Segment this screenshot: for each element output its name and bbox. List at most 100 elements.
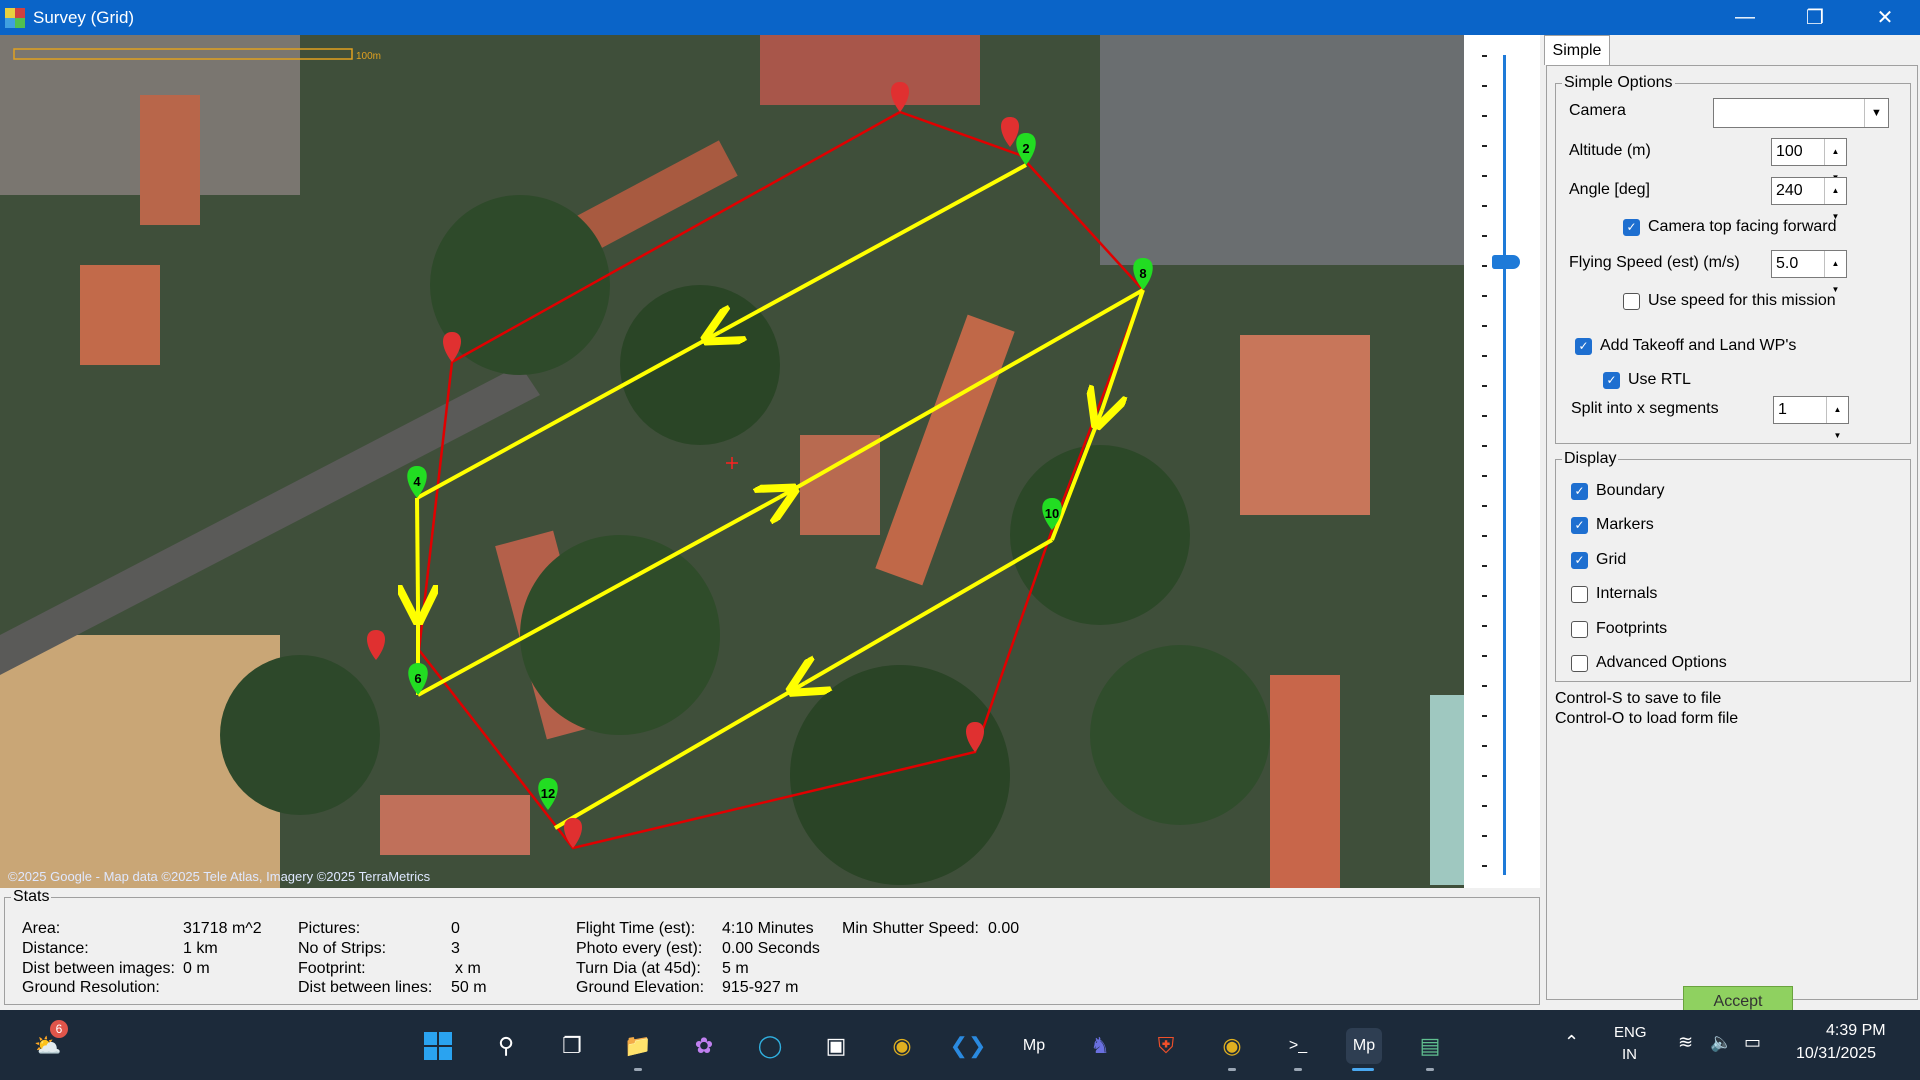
- wp-label-12: 12: [541, 786, 555, 801]
- zoom-tick: [1482, 115, 1487, 117]
- turn-dia-label: Turn Dia (at 45d):: [576, 960, 701, 977]
- checkmark-icon[interactable]: ✓: [1603, 371, 1620, 389]
- internals-label: Internals: [1596, 585, 1658, 602]
- spin-up-icon[interactable]: ▲: [1825, 139, 1846, 165]
- search-icon[interactable]: ⚲: [488, 1028, 524, 1064]
- window-title: Survey (Grid): [33, 7, 135, 27]
- checkmark-icon[interactable]: ✓: [1623, 218, 1640, 236]
- zoom-tick: [1482, 805, 1487, 807]
- checkmark-icon[interactable]: ✓: [1571, 516, 1588, 534]
- copilot-icon[interactable]: ✿: [686, 1028, 722, 1064]
- checkbox-icon[interactable]: [1571, 620, 1588, 638]
- ground-res-label: Ground Resolution:: [22, 979, 160, 996]
- scale-label: 100m: [356, 51, 381, 62]
- maximize-icon[interactable]: ❐: [1780, 0, 1850, 35]
- chrome-profile-icon[interactable]: ◉: [1214, 1028, 1250, 1064]
- zoom-tick: [1482, 325, 1487, 327]
- language-code[interactable]: ENG: [1614, 1024, 1647, 1041]
- zoom-tick: [1482, 565, 1487, 567]
- brave-icon[interactable]: ⛨: [1148, 1028, 1184, 1064]
- active-indicator: [1352, 1068, 1374, 1071]
- zoom-tick: [1482, 865, 1487, 867]
- turn-dia-value: 5 m: [722, 960, 749, 977]
- start-icon[interactable]: [420, 1028, 456, 1064]
- display-legend: Display: [1564, 450, 1617, 467]
- chevron-up-icon[interactable]: ⌃: [1564, 1032, 1579, 1053]
- zoom-tick: [1482, 595, 1487, 597]
- camera-top-checkbox[interactable]: ✓ Camera top facing forward: [1623, 218, 1837, 236]
- zoom-tick: [1482, 685, 1487, 687]
- battery-icon[interactable]: ▭: [1744, 1032, 1761, 1053]
- advanced-options-checkbox[interactable]: Advanced Options: [1571, 654, 1727, 672]
- speed-value[interactable]: 5.0: [1776, 255, 1798, 272]
- camera-select[interactable]: ▼: [1713, 98, 1889, 128]
- checkmark-icon[interactable]: ✓: [1571, 551, 1588, 569]
- zoom-slider[interactable]: [1464, 35, 1540, 888]
- checkbox-icon[interactable]: [1571, 654, 1588, 672]
- angle-value[interactable]: 240: [1776, 182, 1803, 199]
- altitude-value[interactable]: 100: [1776, 143, 1803, 160]
- teams-icon[interactable]: ♞: [1082, 1028, 1118, 1064]
- running-indicator: [1228, 1068, 1236, 1071]
- clock-time[interactable]: 4:39 PM: [1826, 1022, 1886, 1040]
- minimize-icon[interactable]: —: [1710, 0, 1780, 35]
- checkbox-icon[interactable]: [1571, 585, 1588, 603]
- wp-label-2: 2: [1022, 141, 1029, 156]
- mission-planner-active-icon[interactable]: Mp: [1346, 1028, 1382, 1064]
- camera-top-label: Camera top facing forward: [1648, 218, 1837, 235]
- markers-checkbox[interactable]: ✓ Markers: [1571, 516, 1654, 534]
- file-explorer-icon[interactable]: 📁: [620, 1028, 656, 1064]
- dist-images-value: 0 m: [183, 960, 210, 977]
- clock-date[interactable]: 10/31/2025: [1796, 1045, 1876, 1063]
- spin-up-icon[interactable]: ▲: [1827, 397, 1848, 423]
- use-speed-label: Use speed for this mission: [1648, 292, 1836, 309]
- checkmark-icon[interactable]: ✓: [1571, 482, 1588, 500]
- use-rtl-checkbox[interactable]: ✓ Use RTL: [1603, 371, 1691, 389]
- spin-up-icon[interactable]: ▲: [1825, 251, 1846, 277]
- takeoff-land-checkbox[interactable]: ✓ Add Takeoff and Land WP's: [1575, 337, 1796, 355]
- footprint-value: x m: [455, 960, 481, 977]
- grid-checkbox[interactable]: ✓ Grid: [1571, 551, 1626, 569]
- zoom-thumb[interactable]: [1492, 255, 1520, 269]
- tab-simple[interactable]: Simple: [1544, 35, 1610, 65]
- satellite-map[interactable]: 2 4 6 8 10 12 100m ©2025 Google - Map da…: [0, 35, 1464, 888]
- checkbox-icon[interactable]: [1623, 292, 1640, 310]
- chevron-down-icon[interactable]: ▼: [1864, 99, 1888, 127]
- task-view-icon[interactable]: ❐: [554, 1028, 590, 1064]
- zoom-track: [1503, 55, 1506, 875]
- wifi-icon[interactable]: ≋: [1678, 1032, 1693, 1053]
- store-icon[interactable]: ▣: [818, 1028, 854, 1064]
- edge-icon[interactable]: ◯: [752, 1028, 788, 1064]
- chrome-icon[interactable]: ◉: [884, 1028, 920, 1064]
- split-stepper[interactable]: 1 ▲ ▼: [1773, 396, 1849, 440]
- shutter-value: 0.00: [988, 920, 1020, 937]
- use-speed-checkbox[interactable]: Use speed for this mission: [1623, 292, 1836, 310]
- close-icon[interactable]: ✕: [1850, 0, 1920, 35]
- vscode-icon[interactable]: ❮❯: [950, 1028, 987, 1064]
- zoom-tick: [1482, 505, 1487, 507]
- volume-icon[interactable]: 🔈: [1710, 1032, 1732, 1053]
- flight-time-label: Flight Time (est):: [576, 920, 696, 937]
- use-rtl-label: Use RTL: [1628, 371, 1691, 388]
- mission-planner-icon[interactable]: Mp: [1016, 1028, 1052, 1064]
- speed-stepper[interactable]: 5.0 ▲ ▼: [1771, 250, 1847, 294]
- strips-value: 3: [451, 940, 460, 957]
- language-region[interactable]: IN: [1622, 1046, 1637, 1063]
- map-canvas: 2 4 6 8 10 12 100m: [0, 35, 1464, 888]
- checkmark-icon[interactable]: ✓: [1575, 337, 1592, 355]
- zoom-tick: [1482, 475, 1487, 477]
- angle-stepper[interactable]: 240 ▲ ▼: [1771, 177, 1847, 221]
- pictures-label: Pictures:: [298, 920, 361, 937]
- running-indicator: [634, 1068, 642, 1071]
- internals-checkbox[interactable]: Internals: [1571, 585, 1657, 603]
- footprints-checkbox[interactable]: Footprints: [1571, 620, 1667, 638]
- boundary-checkbox[interactable]: ✓ Boundary: [1571, 482, 1665, 500]
- spin-down-icon[interactable]: ▼: [1827, 423, 1848, 449]
- altitude-label: Altitude (m): [1569, 142, 1651, 159]
- split-value[interactable]: 1: [1778, 401, 1787, 418]
- terminal-icon[interactable]: >_: [1280, 1028, 1316, 1064]
- altitude-stepper[interactable]: 100 ▲▼: [1771, 138, 1847, 182]
- ground-elev-value: 915-927 m: [722, 979, 799, 996]
- app-window-icon[interactable]: ▤: [1412, 1028, 1448, 1064]
- spin-up-icon[interactable]: ▲: [1825, 178, 1846, 204]
